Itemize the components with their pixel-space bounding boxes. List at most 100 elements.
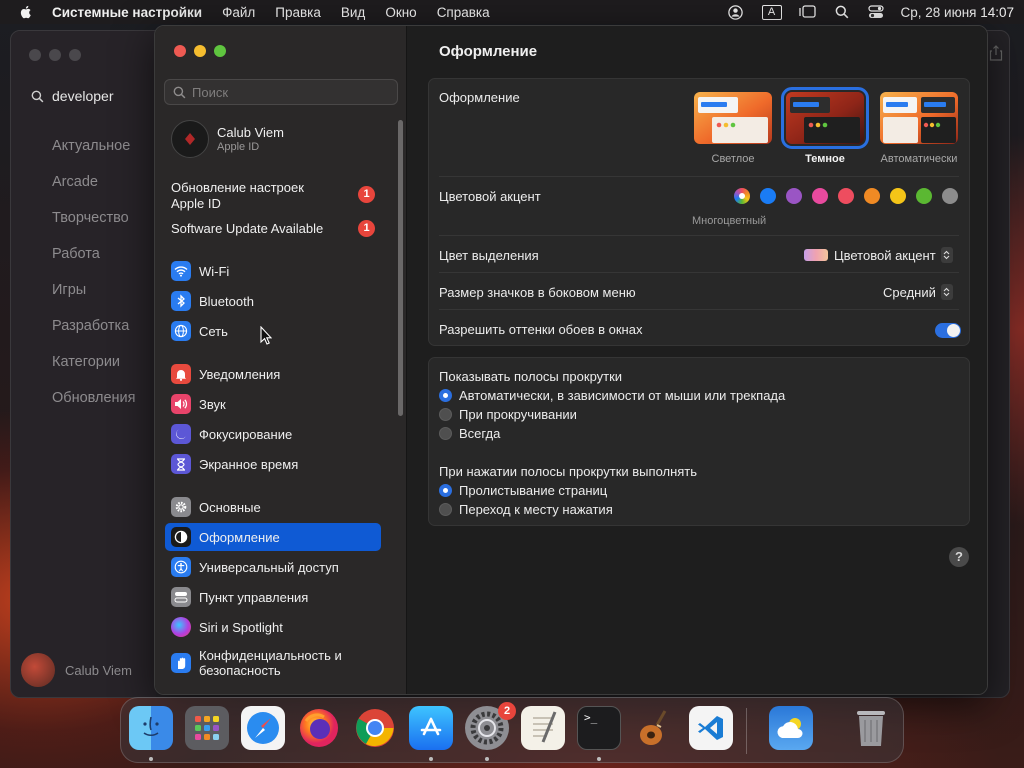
dock-running-indicator (485, 757, 489, 761)
sidebar-icon-size-popup[interactable]: Средний (883, 284, 953, 300)
user-account-icon[interactable] (727, 4, 745, 20)
bell-icon (171, 364, 191, 384)
accent-purple-swatch[interactable] (786, 188, 802, 204)
app-store-nav-item[interactable]: Разработка (52, 315, 136, 351)
app-store-zoom-button[interactable] (69, 49, 81, 61)
menu-bar: Системные настройки Файл Правка Вид Окно… (0, 0, 1024, 24)
spotlight-search-icon[interactable] (833, 4, 851, 20)
accent-blue-swatch[interactable] (760, 188, 776, 204)
sidebar-item-control-center[interactable]: Пункт управления (165, 583, 381, 611)
app-store-account[interactable]: Calub Viem (21, 653, 132, 687)
app-store-nav-item[interactable]: Актуальное (52, 135, 136, 171)
apple-id-account[interactable]: Calub Viem Apple ID (171, 120, 284, 158)
sidebar-item-privacy-security[interactable]: Конфиденциальность и безопасность (165, 646, 381, 680)
radio-button[interactable] (439, 484, 452, 497)
dock-garageband-icon[interactable] (633, 706, 677, 750)
dock-firefox-icon[interactable] (297, 706, 341, 750)
sidebar-item-bluetooth[interactable]: Bluetooth (165, 287, 381, 315)
sidebar-item-label-line: безопасность (199, 663, 281, 678)
radio-button[interactable] (439, 503, 452, 516)
share-icon[interactable] (989, 45, 1003, 61)
dock-weather-icon[interactable] (769, 706, 813, 750)
menubar-clock[interactable]: Ср, 28 июня 14:07 (901, 5, 1015, 20)
menu-help[interactable]: Справка (437, 5, 490, 20)
radio-button[interactable] (439, 408, 452, 421)
scroll-click-jump-option[interactable]: Переход к месту нажатия (439, 502, 613, 517)
sidebar-item-label: Сеть (199, 323, 228, 339)
dock-trash-icon[interactable] (849, 706, 893, 750)
software-update-item[interactable]: Software Update Available (171, 221, 323, 237)
accent-green-swatch[interactable] (916, 188, 932, 204)
theme-light-thumbnail[interactable] (694, 92, 772, 144)
dock-vscode-icon[interactable] (689, 706, 733, 750)
accent-orange-swatch[interactable] (864, 188, 880, 204)
radio-button[interactable] (439, 427, 452, 440)
accent-color-label: Цветовой акцент (439, 189, 541, 204)
radio-button[interactable] (439, 389, 452, 402)
show-scrollbars-label: Показывать полосы прокрутки (439, 369, 623, 384)
sidebar-search-field[interactable] (164, 79, 398, 105)
accent-graphite-swatch[interactable] (942, 188, 958, 204)
divider (439, 272, 959, 273)
stage-manager-icon[interactable] (799, 4, 817, 20)
dock-app-store-icon[interactable] (409, 706, 453, 750)
dock-textedit-icon[interactable] (521, 706, 565, 750)
menu-edit[interactable]: Правка (275, 5, 321, 20)
accent-pink-swatch[interactable] (812, 188, 828, 204)
app-store-nav-item[interactable]: Работа (52, 243, 136, 279)
menu-window[interactable]: Окно (385, 5, 416, 20)
accent-red-swatch[interactable] (838, 188, 854, 204)
window-zoom-button[interactable] (214, 45, 226, 57)
theme-dark-thumbnail[interactable] (781, 87, 869, 149)
sidebar-item-focus[interactable]: Фокусирование (165, 420, 381, 448)
app-store-close-button[interactable] (29, 49, 41, 61)
wallpaper-tint-toggle[interactable] (935, 323, 961, 338)
sidebar-item-siri-spotlight[interactable]: Siri и Spotlight (165, 613, 381, 641)
app-store-search-field[interactable]: developer (21, 83, 161, 109)
app-store-nav-item[interactable]: Arcade (52, 171, 136, 207)
scroll-click-next-page-option[interactable]: Пролистывание страниц (439, 483, 607, 498)
accent-multicolor-swatch[interactable] (734, 188, 750, 204)
app-store-nav-item[interactable]: Обновления (52, 387, 136, 423)
menu-file[interactable]: Файл (222, 5, 255, 20)
sidebar-item-sound[interactable]: Звук (165, 390, 381, 418)
sidebar-item-wifi[interactable]: Wi-Fi (165, 257, 381, 285)
sidebar-item-general[interactable]: Основные (165, 493, 381, 521)
control-center-menu-icon[interactable] (867, 4, 885, 20)
menu-view[interactable]: Вид (341, 5, 365, 20)
menu-app-name[interactable]: Системные настройки (52, 5, 202, 20)
scrollbars-always-option[interactable]: Всегда (439, 426, 500, 441)
input-source-label: A (761, 4, 782, 20)
sidebar-item-screen-time[interactable]: Экранное время (165, 450, 381, 478)
dock-terminal-icon[interactable]: >_ (577, 706, 621, 750)
sidebar-item-network[interactable]: Сеть (165, 317, 381, 345)
app-store-nav-item[interactable]: Категории (52, 351, 136, 387)
theme-auto-thumbnail[interactable] (880, 92, 958, 144)
dock-finder-icon[interactable] (129, 706, 173, 750)
accent-yellow-swatch[interactable] (890, 188, 906, 204)
app-store-minimize-button[interactable] (49, 49, 61, 61)
window-close-button[interactable] (174, 45, 186, 57)
page-title: Оформление (439, 43, 538, 60)
avatar (171, 120, 209, 158)
dock-chrome-icon[interactable] (353, 706, 397, 750)
help-button[interactable]: ? (949, 547, 969, 567)
sidebar-item-appearance[interactable]: Оформление (165, 523, 381, 551)
siri-icon (171, 617, 191, 637)
apple-menu-icon[interactable] (18, 4, 34, 20)
sidebar-item-accessibility[interactable]: Универсальный доступ (165, 553, 381, 581)
app-store-nav-item[interactable]: Творчество (52, 207, 136, 243)
app-store-nav-item[interactable]: Игры (52, 279, 136, 315)
sidebar-item-notifications[interactable]: Уведомления (165, 360, 381, 388)
highlight-color-popup[interactable]: Цветовой акцент (804, 247, 953, 263)
sidebar-scrollbar[interactable] (398, 120, 403, 416)
chevron-updown-icon (940, 284, 953, 300)
dock-safari-icon[interactable] (241, 706, 285, 750)
window-minimize-button[interactable] (194, 45, 206, 57)
scrollbars-when-scrolling-option[interactable]: При прокручивании (439, 407, 577, 422)
search-input[interactable] (192, 84, 382, 100)
scrollbars-auto-option[interactable]: Автоматически, в зависимости от мыши или… (439, 388, 785, 403)
apple-id-update-item[interactable]: Обновление настроек Apple ID (171, 180, 304, 212)
dock-launchpad-icon[interactable] (185, 706, 229, 750)
input-source-icon[interactable]: A (761, 4, 783, 20)
